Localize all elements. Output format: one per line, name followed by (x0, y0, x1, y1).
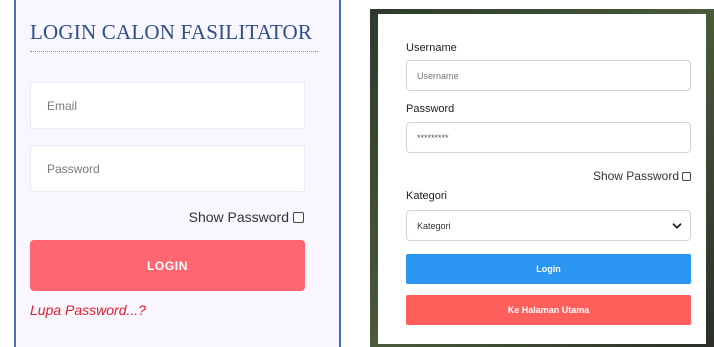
password-input-right[interactable] (406, 122, 691, 153)
kategori-selected-value: Kategori (417, 220, 451, 231)
kategori-label: Kategori (406, 190, 447, 202)
page-title: LOGIN CALON FASILITATOR (30, 20, 313, 44)
show-password-checkbox-right[interactable] (682, 171, 691, 181)
show-password-checkbox[interactable] (293, 211, 304, 223)
show-password-label: Show Password (188, 209, 289, 225)
username-label: Username (406, 42, 457, 54)
username-input[interactable] (406, 60, 691, 91)
login-button-right[interactable]: Login (406, 254, 691, 284)
kategori-select[interactable]: Kategori (406, 210, 691, 241)
password-label: Password (406, 103, 455, 115)
password-input[interactable] (30, 145, 305, 192)
show-password-toggle[interactable]: Show Password (189, 209, 304, 225)
left-login-panel: LOGIN CALON FASILITATOR Show Password LO… (14, 0, 341, 347)
show-password-toggle-right[interactable]: Show Password (593, 169, 691, 183)
login-button[interactable]: LOGIN (30, 240, 305, 291)
title-divider (30, 51, 318, 52)
chevron-down-icon (672, 223, 682, 229)
forgot-password-link[interactable]: Lupa Password...? (30, 302, 146, 318)
home-page-button[interactable]: Ke Halaman Utama (406, 295, 691, 325)
show-password-label-right: Show Password (592, 169, 679, 183)
email-input[interactable] (30, 82, 305, 129)
right-login-card: Username Password Show Password Kategori… (378, 14, 706, 344)
